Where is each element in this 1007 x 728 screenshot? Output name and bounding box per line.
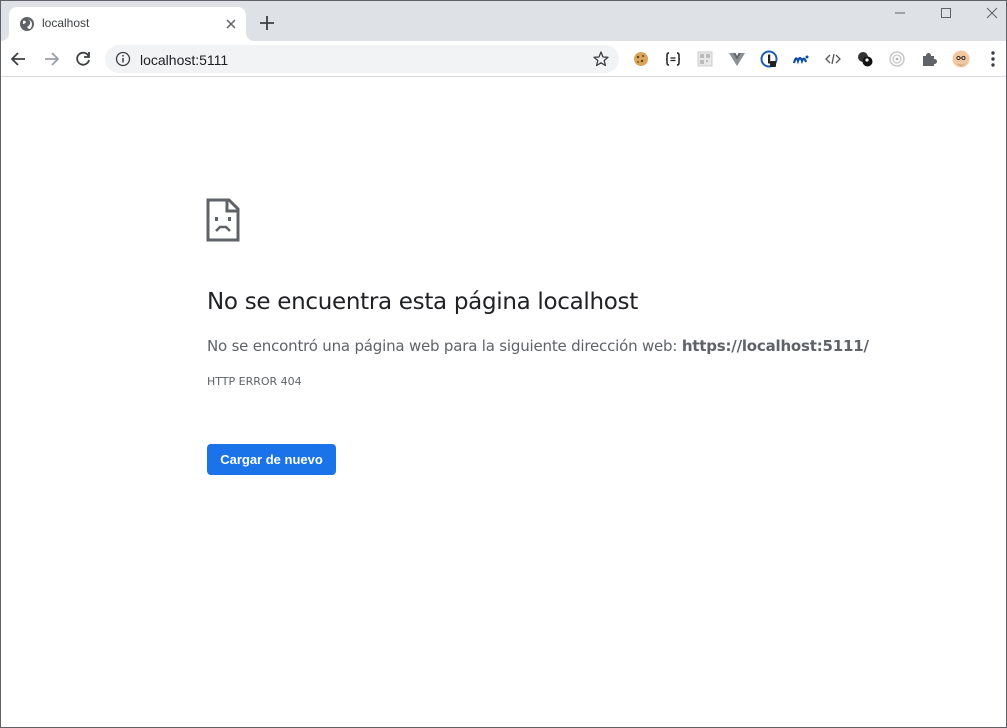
qr-icon[interactable] [696, 50, 714, 68]
new-tab-icon[interactable] [257, 13, 277, 33]
sad-page-icon [206, 198, 240, 242]
window-close-icon[interactable] [977, 4, 1007, 24]
target-icon[interactable] [888, 50, 906, 68]
address-bar[interactable]: localhost:5111 [105, 45, 619, 73]
minimize-icon[interactable] [885, 4, 915, 24]
pool-ball-icon[interactable] [856, 50, 874, 68]
json-icon[interactable] [664, 50, 682, 68]
avatar[interactable] [952, 50, 970, 68]
onepassword-icon[interactable] [760, 50, 778, 68]
cookie-icon[interactable] [632, 50, 650, 68]
back-arrow-icon[interactable] [9, 49, 29, 69]
tab-strip: localhost [1, 1, 1006, 41]
error-description-text: No se encontró una página web para la si… [207, 337, 682, 355]
error-title: No se encuentra esta página localhost [207, 289, 638, 315]
error-page: No se encuentra esta página localhost No… [1, 78, 1006, 727]
error-code: HTTP ERROR 404 [207, 375, 302, 388]
error-url: https://localhost:5111/ [681, 337, 869, 355]
tab-localhost[interactable]: localhost [9, 7, 246, 41]
error-description: No se encontró una página web para la si… [207, 337, 869, 355]
reload-button[interactable]: Cargar de nuevo [207, 444, 336, 475]
browser-toolbar: localhost:5111 [1, 41, 1006, 77]
reload-icon[interactable] [73, 49, 93, 69]
more-menu-icon[interactable] [985, 49, 1001, 69]
tab-title: localhost [42, 16, 90, 30]
code-icon[interactable] [824, 50, 842, 68]
vue-icon[interactable] [728, 50, 746, 68]
bookmark-star-icon[interactable] [592, 50, 610, 68]
globe-icon [20, 17, 34, 31]
forward-arrow-icon[interactable] [41, 49, 61, 69]
info-icon[interactable] [115, 51, 131, 67]
close-tab-icon[interactable] [223, 16, 239, 32]
movistar-icon[interactable] [792, 50, 810, 68]
puzzle-icon[interactable] [920, 50, 938, 68]
maximize-icon[interactable] [931, 4, 961, 24]
url-text[interactable]: localhost:5111 [140, 52, 228, 68]
